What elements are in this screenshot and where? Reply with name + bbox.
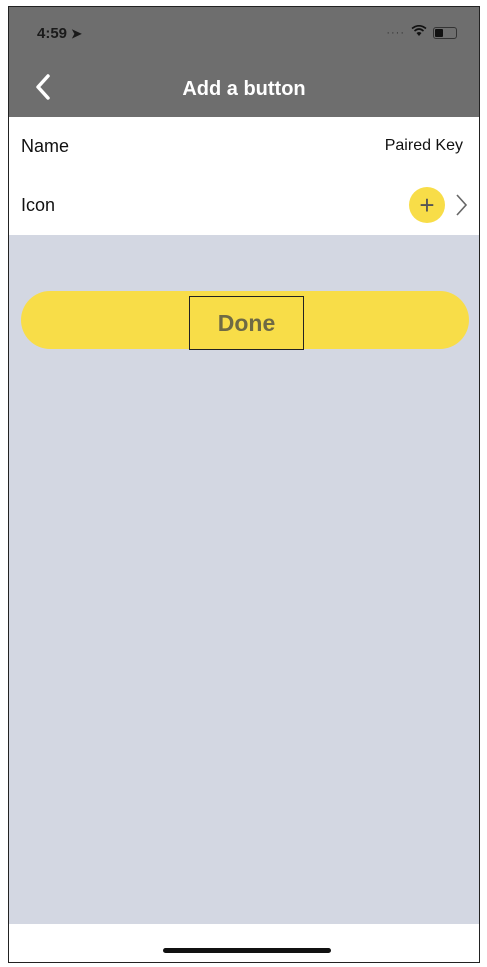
status-time: 4:59 ➤ [37, 25, 82, 42]
signal-icon: ···· [386, 26, 405, 39]
home-indicator[interactable] [163, 948, 331, 953]
done-button[interactable]: Done [21, 291, 469, 350]
name-value[interactable]: Paired Key [385, 137, 463, 155]
icon-row[interactable]: Icon + [9, 175, 479, 235]
icon-label: Icon [21, 194, 56, 215]
bottom-bar [9, 924, 479, 962]
nav-bar: Add a button [9, 62, 479, 114]
wifi-icon [411, 24, 427, 40]
location-arrow-icon: ➤ [71, 26, 82, 41]
page-title: Add a button [182, 78, 306, 100]
time-text: 4:59 [37, 25, 68, 42]
battery-icon [433, 26, 457, 39]
done-label: Done [189, 296, 304, 350]
top-bar: 4:59 ➤ ···· Add a button [9, 7, 479, 117]
plus-icon[interactable]: + [409, 187, 445, 223]
name-row[interactable]: Name Paired Key [9, 117, 479, 176]
chevron-right-icon[interactable] [451, 190, 471, 220]
name-label: Name [21, 135, 70, 156]
phone-screen: 4:59 ➤ ···· Add a button Name Paired Key … [8, 6, 480, 963]
status-bar: 4:59 ➤ ···· [9, 7, 479, 59]
status-icons: ···· [386, 24, 457, 40]
